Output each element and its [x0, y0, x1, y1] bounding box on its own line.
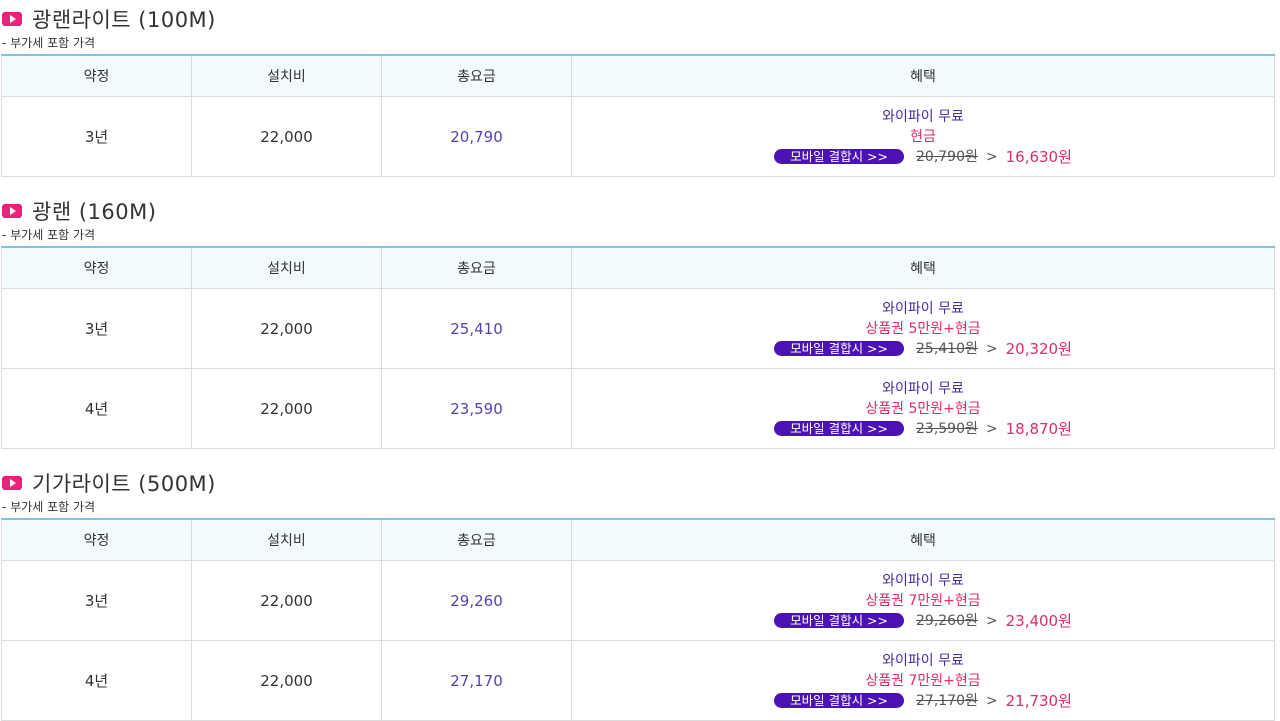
mobile-bundle-badge[interactable]: 모바일 결합시 >>: [774, 421, 904, 436]
term-cell: 3년: [1, 288, 192, 369]
section-title: 기가라이트 (500M): [32, 472, 216, 496]
term-cell: 4년: [1, 640, 192, 721]
header-total: 총요금: [381, 55, 572, 97]
vat-note: - 부가세 포함 가격: [2, 36, 96, 50]
wifi-benefit: 와이파이 무료: [882, 380, 964, 397]
term-cell: 4년: [1, 368, 192, 449]
header-install: 설치비: [191, 247, 382, 289]
total-cell: 27,170: [381, 640, 572, 721]
plan-section-1: 광랜라이트 (100M) - 부가세 포함 가격 약정 설치비 총요금 혜택 3…: [0, 0, 1280, 177]
arrow-icon: >: [985, 148, 998, 165]
gift-benefit: 상품권 7만원+현금: [865, 672, 981, 689]
gift-benefit: 상품권 5만원+현금: [865, 320, 981, 337]
install-cell: 22,000: [191, 288, 382, 369]
table-header-row: 약정 설치비 총요금 혜택: [1, 247, 1275, 289]
discount-price: 18,870원: [1005, 419, 1072, 438]
price-table: 약정 설치비 총요금 혜택 3년 22,000 25,410 와이파이 무료 상…: [1, 246, 1275, 449]
table-row: 4년 22,000 27,170 와이파이 무료 상품권 7만원+현금 모바일 …: [1, 640, 1275, 721]
header-total: 총요금: [381, 519, 572, 561]
total-cell: 29,260: [381, 560, 572, 641]
benefit-cell: 와이파이 무료 상품권 5만원+현금 모바일 결합시 >> 25,410원 > …: [571, 288, 1275, 369]
gift-benefit: 상품권 5만원+현금: [865, 400, 981, 417]
header-term: 약정: [1, 247, 192, 289]
header-benefit: 혜택: [571, 247, 1275, 289]
header-install: 설치비: [191, 519, 382, 561]
header-benefit: 혜택: [571, 55, 1275, 97]
old-price: 20,790원: [916, 148, 978, 165]
table-row: 3년 22,000 29,260 와이파이 무료 상품권 7만원+현금 모바일 …: [1, 560, 1275, 641]
benefit-cell: 와이파이 무료 상품권 5만원+현금 모바일 결합시 >> 23,590원 > …: [571, 368, 1275, 449]
discount-price: 21,730원: [1005, 691, 1072, 710]
gift-benefit: 현금: [910, 128, 936, 145]
section-title: 광랜 (160M): [32, 200, 157, 224]
discount-price: 23,400원: [1005, 611, 1072, 630]
section-title: 광랜라이트 (100M): [32, 8, 216, 32]
discount-price: 20,320원: [1005, 339, 1072, 358]
section-title-row: 광랜 (160M): [0, 194, 1280, 228]
arrow-icon: >: [985, 692, 998, 709]
mobile-discount-row: 모바일 결합시 >> 27,170원 > 21,730원: [573, 691, 1273, 711]
total-cell: 25,410: [381, 288, 572, 369]
mobile-discount-row: 모바일 결합시 >> 20,790원 > 16,630원: [573, 147, 1273, 167]
play-icon: [2, 476, 22, 490]
wifi-benefit: 와이파이 무료: [882, 300, 964, 317]
header-total: 총요금: [381, 247, 572, 289]
arrow-icon: >: [985, 612, 998, 629]
play-icon: [2, 204, 22, 218]
install-cell: 22,000: [191, 560, 382, 641]
term-cell: 3년: [1, 560, 192, 641]
wifi-benefit: 와이파이 무료: [882, 108, 964, 125]
install-cell: 22,000: [191, 640, 382, 721]
install-cell: 22,000: [191, 368, 382, 449]
install-cell: 22,000: [191, 96, 382, 177]
mobile-bundle-badge[interactable]: 모바일 결합시 >>: [774, 149, 904, 164]
table-header-row: 약정 설치비 총요금 혜택: [1, 55, 1275, 97]
table-row: 3년 22,000 25,410 와이파이 무료 상품권 5만원+현금 모바일 …: [1, 288, 1275, 369]
arrow-icon: >: [985, 340, 998, 357]
old-price: 25,410원: [916, 340, 978, 357]
old-price: 27,170원: [916, 692, 978, 709]
arrow-icon: >: [985, 420, 998, 437]
gift-benefit: 상품권 7만원+현금: [865, 592, 981, 609]
price-table: 약정 설치비 총요금 혜택 3년 22,000 29,260 와이파이 무료 상…: [1, 518, 1275, 721]
vat-note: - 부가세 포함 가격: [2, 500, 96, 514]
mobile-bundle-badge[interactable]: 모바일 결합시 >>: [774, 341, 904, 356]
benefit-cell: 와이파이 무료 상품권 7만원+현금 모바일 결합시 >> 29,260원 > …: [571, 560, 1275, 641]
mobile-discount-row: 모바일 결합시 >> 23,590원 > 18,870원: [573, 419, 1273, 439]
mobile-discount-row: 모바일 결합시 >> 29,260원 > 23,400원: [573, 611, 1273, 631]
benefit-cell: 와이파이 무료 현금 모바일 결합시 >> 20,790원 > 16,630원: [571, 96, 1275, 177]
mobile-discount-row: 모바일 결합시 >> 25,410원 > 20,320원: [573, 339, 1273, 359]
wifi-benefit: 와이파이 무료: [882, 572, 964, 589]
header-install: 설치비: [191, 55, 382, 97]
benefit-cell: 와이파이 무료 상품권 7만원+현금 모바일 결합시 >> 27,170원 > …: [571, 640, 1275, 721]
old-price: 29,260원: [916, 612, 978, 629]
section-title-row: 기가라이트 (500M): [0, 466, 1280, 500]
mobile-bundle-badge[interactable]: 모바일 결합시 >>: [774, 613, 904, 628]
header-term: 약정: [1, 55, 192, 97]
old-price: 23,590원: [916, 420, 978, 437]
vat-note: - 부가세 포함 가격: [2, 228, 96, 242]
plan-section-2: 광랜 (160M) - 부가세 포함 가격 약정 설치비 총요금 혜택 3년 2…: [0, 194, 1280, 449]
section-title-row: 광랜라이트 (100M): [0, 2, 1280, 36]
plan-section-3: 기가라이트 (500M) - 부가세 포함 가격 약정 설치비 총요금 혜택 3…: [0, 466, 1280, 721]
table-row: 4년 22,000 23,590 와이파이 무료 상품권 5만원+현금 모바일 …: [1, 368, 1275, 449]
price-table: 약정 설치비 총요금 혜택 3년 22,000 20,790 와이파이 무료 현…: [1, 54, 1275, 177]
total-cell: 23,590: [381, 368, 572, 449]
header-term: 약정: [1, 519, 192, 561]
term-cell: 3년: [1, 96, 192, 177]
discount-price: 16,630원: [1005, 147, 1072, 166]
total-cell: 20,790: [381, 96, 572, 177]
table-row: 3년 22,000 20,790 와이파이 무료 현금 모바일 결합시 >> 2…: [1, 96, 1275, 177]
mobile-bundle-badge[interactable]: 모바일 결합시 >>: [774, 693, 904, 708]
wifi-benefit: 와이파이 무료: [882, 652, 964, 669]
play-icon: [2, 12, 22, 26]
header-benefit: 혜택: [571, 519, 1275, 561]
table-header-row: 약정 설치비 총요금 혜택: [1, 519, 1275, 561]
